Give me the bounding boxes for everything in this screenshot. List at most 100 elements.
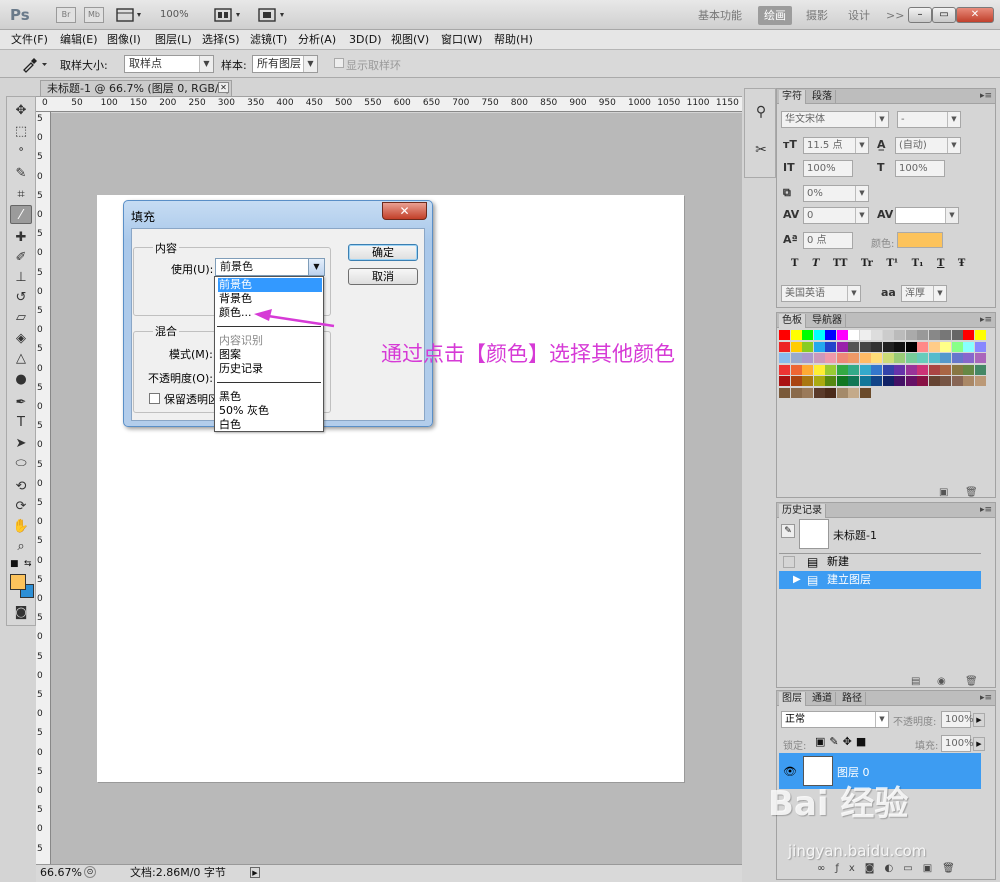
trash-icon[interactable]: 🗑 <box>942 863 965 874</box>
color-swatch[interactable] <box>894 376 905 386</box>
color-swatch[interactable] <box>836 330 848 340</box>
all-caps-button[interactable]: TT <box>833 258 848 269</box>
color-swatch[interactable] <box>963 364 974 375</box>
layer-mask-icon[interactable]: ◙ <box>865 863 885 874</box>
color-swatch[interactable] <box>963 330 974 340</box>
color-swatch[interactable] <box>894 353 905 363</box>
horizontal-scale-field[interactable]: 100% <box>895 160 945 177</box>
color-swatch[interactable] <box>802 364 813 375</box>
baseline-shift-field[interactable]: 0 点 <box>803 232 853 249</box>
color-swatch[interactable] <box>813 364 825 375</box>
color-swatch[interactable] <box>779 330 790 340</box>
language-select[interactable]: 美国英语 ▼ <box>781 285 861 302</box>
color-swatch[interactable] <box>813 330 825 340</box>
text-color-swatch[interactable] <box>897 232 943 248</box>
close-window-button[interactable]: ✕ <box>956 7 994 23</box>
tab-history[interactable]: 历史记录 <box>779 504 826 518</box>
eyedropper-tool[interactable]: ⁄ <box>10 205 32 224</box>
color-swatch[interactable] <box>940 353 951 363</box>
healing-brush-tool[interactable]: ✚ <box>10 228 32 247</box>
color-swatch[interactable] <box>963 376 974 386</box>
pen-tool[interactable]: ✒ <box>10 393 32 412</box>
color-swatch[interactable] <box>894 341 905 352</box>
zoom-tool[interactable]: ⌕ <box>10 537 32 556</box>
history-step-new[interactable]: ▤ 新建 <box>779 553 981 571</box>
faux-bold-button[interactable]: T <box>791 258 798 269</box>
color-swatch[interactable] <box>951 376 963 386</box>
color-swatch[interactable] <box>790 330 802 340</box>
hand-tool[interactable]: ✋ <box>10 517 32 536</box>
color-swatch[interactable] <box>974 376 986 386</box>
menu-edit[interactable]: 编辑(E) <box>60 32 98 48</box>
color-swatch[interactable] <box>779 387 790 398</box>
color-swatch[interactable] <box>813 387 825 398</box>
brush-preset-icon[interactable]: ⚲ <box>750 101 772 123</box>
color-swatch[interactable] <box>790 341 802 352</box>
show-ring-checkbox[interactable] <box>334 58 344 68</box>
color-swatch[interactable] <box>836 376 848 386</box>
color-swatch[interactable] <box>928 376 940 386</box>
close-tab-icon[interactable]: ✕ <box>218 82 229 93</box>
path-selection-tool[interactable]: ➤ <box>10 434 32 453</box>
workspace-painting[interactable]: 绘画 <box>758 6 792 25</box>
color-swatch[interactable] <box>779 341 790 352</box>
panel-menu-icon[interactable]: ▸≡ <box>980 505 992 515</box>
color-swatch[interactable] <box>871 364 882 375</box>
color-swatch[interactable] <box>951 341 963 352</box>
new-group-icon[interactable]: ▭ <box>903 863 922 874</box>
link-layers-icon[interactable]: ∞ <box>817 863 835 874</box>
tsume-select[interactable]: 0% ▼ <box>803 185 869 202</box>
color-swatch[interactable] <box>848 364 859 375</box>
quick-selection-tool[interactable]: ✎ <box>10 164 32 183</box>
color-swatch[interactable] <box>917 353 928 363</box>
color-swatch[interactable] <box>825 341 836 352</box>
color-swatch[interactable] <box>848 341 859 352</box>
default-colors-icon[interactable]: ■ <box>10 559 19 569</box>
color-swatch[interactable] <box>825 330 836 340</box>
document-info[interactable]: 文档:2.86M/0 字节 <box>130 865 226 881</box>
color-swatch[interactable] <box>905 330 917 340</box>
type-tool[interactable]: T <box>10 413 32 432</box>
clone-source-icon[interactable]: ✂ <box>750 139 772 161</box>
lock-options[interactable]: ▣✎✥■ <box>815 735 870 748</box>
restore-button[interactable]: ▭ <box>932 7 956 23</box>
color-swatch[interactable] <box>836 364 848 375</box>
superscript-button[interactable]: T¹ <box>886 258 898 269</box>
lock-all-icon[interactable]: ■ <box>856 735 870 748</box>
color-swatch[interactable] <box>802 341 813 352</box>
color-swatch[interactable] <box>779 364 790 375</box>
leading-select[interactable]: (自动) ▼ <box>895 137 961 154</box>
option-pattern[interactable]: 图案 <box>218 348 322 362</box>
color-swatch[interactable] <box>859 376 871 386</box>
color-swatch[interactable] <box>894 330 905 340</box>
fill-slider-arrow-icon[interactable]: ▶ <box>973 737 985 751</box>
lock-pixels-icon[interactable]: ✎ <box>829 735 842 748</box>
menu-view[interactable]: 视图(V) <box>391 32 429 48</box>
color-swatch[interactable] <box>825 353 836 363</box>
history-source-box[interactable] <box>783 556 795 568</box>
faux-italic-button[interactable]: T <box>812 258 819 269</box>
color-swatch[interactable] <box>836 353 848 363</box>
text-style-buttons[interactable]: T T TT Tr T¹ T₁ T Ŧ <box>791 258 965 269</box>
color-swatch[interactable] <box>917 364 928 375</box>
blend-mode-select[interactable]: 正常 ▼ <box>781 711 889 728</box>
underline-button[interactable]: T <box>937 258 944 269</box>
workspace-essentials[interactable]: 基本功能 <box>692 6 748 25</box>
cancel-button[interactable]: 取消 <box>348 268 418 285</box>
minimize-button[interactable]: – <box>908 7 932 23</box>
color-swatch[interactable] <box>905 376 917 386</box>
color-swatch[interactable] <box>848 353 859 363</box>
color-swatch[interactable] <box>928 330 940 340</box>
menu-layer[interactable]: 图层(L) <box>155 32 192 48</box>
history-brush-source-icon[interactable]: ✎ <box>781 524 795 538</box>
menu-analysis[interactable]: 分析(A) <box>298 32 336 48</box>
color-swatch[interactable] <box>859 353 871 363</box>
color-swatch[interactable] <box>825 376 836 386</box>
eraser-tool[interactable]: ▱ <box>10 308 32 327</box>
adjustment-layer-icon[interactable]: ◐ <box>885 863 904 874</box>
color-swatch[interactable] <box>836 341 848 352</box>
color-swatch[interactable] <box>882 376 894 386</box>
color-swatch[interactable] <box>859 364 871 375</box>
color-swatch[interactable] <box>790 364 802 375</box>
menu-image[interactable]: 图像(I) <box>107 32 141 48</box>
